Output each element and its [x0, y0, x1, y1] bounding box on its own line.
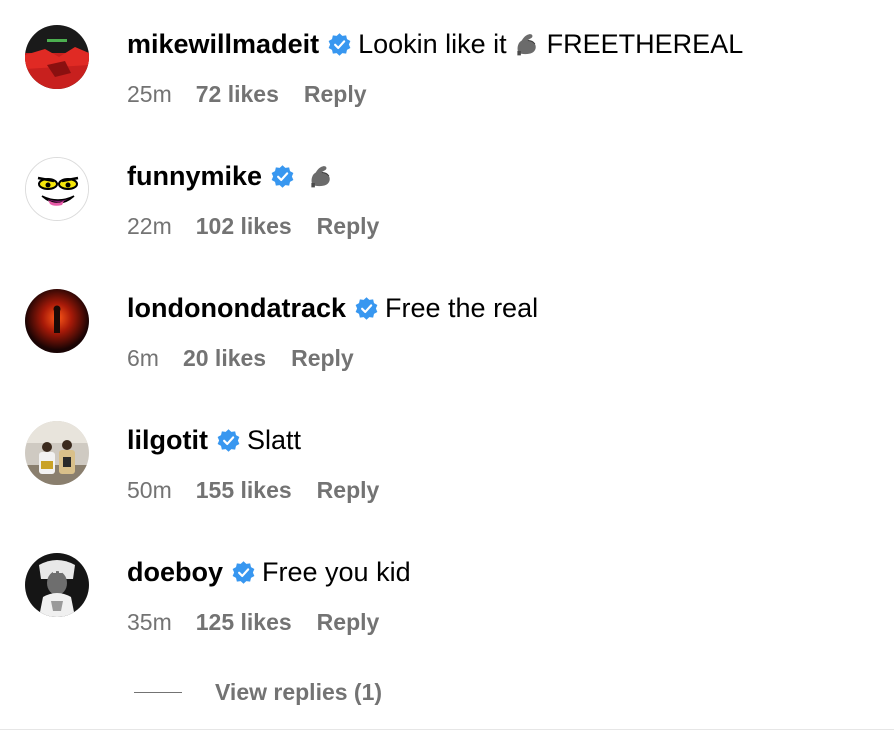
black-white-portrait-avatar-icon	[25, 553, 89, 617]
two-people-photo-avatar-icon	[25, 421, 89, 485]
verified-badge-icon	[231, 560, 256, 585]
cartoon-face-avatar-icon	[26, 158, 88, 220]
view-replies-button[interactable]: View replies (1)	[134, 674, 382, 710]
username[interactable]: lilgotit	[127, 418, 208, 462]
comment-text-suffix: FREETHEREAL	[546, 29, 744, 59]
flexed-biceps-icon	[513, 30, 541, 58]
reply-button[interactable]: Reply	[304, 81, 367, 108]
comment-time: 35m	[127, 608, 172, 635]
comment-item: doeboy Free you kid 35m 125 likes Reply	[0, 528, 894, 660]
username[interactable]: londonondatrack	[127, 286, 346, 330]
comment-time: 50m	[127, 476, 172, 503]
verified-badge-icon	[354, 296, 379, 321]
username[interactable]: doeboy	[127, 550, 223, 594]
verified-badge-icon	[216, 428, 241, 453]
red-album-cover-avatar-icon	[25, 25, 89, 89]
comment-text: Free the real	[385, 293, 539, 323]
flexed-biceps-icon	[307, 162, 335, 190]
reply-button[interactable]: Reply	[317, 213, 380, 240]
likes-count[interactable]: 125 likes	[196, 609, 292, 636]
comment-time: 6m	[127, 344, 159, 371]
likes-count[interactable]: 155 likes	[196, 477, 292, 504]
comment-time: 22m	[127, 212, 172, 239]
avatar[interactable]	[25, 289, 89, 353]
view-replies-label[interactable]: View replies (1)	[215, 679, 382, 706]
avatar[interactable]	[25, 25, 89, 89]
avatar[interactable]	[25, 421, 89, 485]
verified-badge-icon	[270, 164, 295, 189]
avatar[interactable]	[25, 157, 89, 221]
dark-red-glow-avatar-icon	[25, 289, 89, 353]
comment-text: Free you kid	[262, 557, 411, 587]
view-replies-divider	[134, 691, 182, 693]
likes-count[interactable]: 72 likes	[196, 81, 279, 108]
comment-item: mikewillmadeit Lookin like it FREETHEREA…	[0, 0, 894, 132]
likes-count[interactable]: 20 likes	[183, 345, 266, 372]
reply-button[interactable]: Reply	[291, 345, 354, 372]
comment-item: funnymike 22m 102 likes Reply	[0, 132, 894, 264]
username[interactable]: mikewillmadeit	[127, 22, 319, 66]
comment-text: Lookin like it	[358, 29, 507, 59]
comment-item: londonondatrack Free the real 6m 20 like…	[0, 264, 894, 396]
bottom-divider	[0, 729, 894, 730]
reply-button[interactable]: Reply	[317, 477, 380, 504]
comment-item: lilgotit Slatt 50m 155 likes Reply	[0, 396, 894, 528]
comment-time: 25m	[127, 80, 172, 107]
likes-count[interactable]: 102 likes	[196, 213, 292, 240]
reply-button[interactable]: Reply	[317, 609, 380, 636]
comment-text: Slatt	[246, 425, 302, 455]
username[interactable]: funnymike	[127, 154, 262, 198]
verified-badge-icon	[327, 32, 352, 57]
avatar[interactable]	[25, 553, 89, 617]
